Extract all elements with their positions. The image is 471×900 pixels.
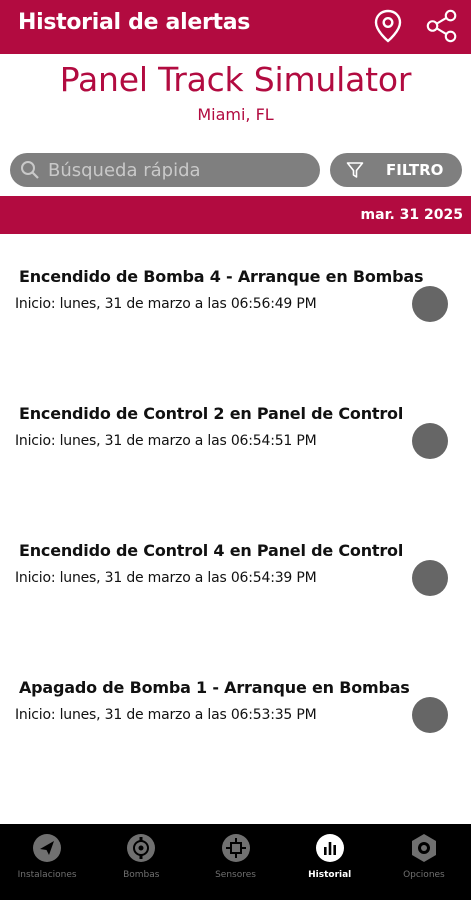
search-row: FILTRO <box>0 150 471 190</box>
status-indicator <box>412 560 448 596</box>
nav-item-bombas[interactable]: Bombas <box>94 824 188 900</box>
search-icon <box>21 161 39 179</box>
alert-title: Encendido de Bomba 4 - Arranque en Bomba… <box>19 267 424 286</box>
nav-item-sensores[interactable]: Sensores <box>188 824 282 900</box>
location-pin-icon[interactable] <box>370 8 406 44</box>
search-field[interactable] <box>10 153 320 187</box>
date-label: mar. 31 2025 <box>360 207 463 223</box>
alert-start-time: Inicio: lunes, 31 de marzo a las 06:53:3… <box>15 707 317 723</box>
nav-label: Sensores <box>215 870 256 880</box>
nav-label: Bombas <box>123 870 160 880</box>
search-input[interactable] <box>48 159 298 181</box>
screen-title: Historial de alertas <box>18 10 251 35</box>
app-header: Panel Track Simulator Miami, FL <box>0 54 471 142</box>
filter-label: FILTRO <box>386 161 444 179</box>
alert-title: Encendido de Control 4 en Panel de Contr… <box>19 541 404 560</box>
nav-item-opciones[interactable]: Opciones <box>377 824 471 900</box>
alert-item[interactable]: Encendido de Bomba 4 - Arranque en Bomba… <box>0 234 471 371</box>
bottom-nav: Instalaciones Bombas Sensores Historial … <box>0 824 471 900</box>
alert-item[interactable]: Encendido de Control 4 en Panel de Contr… <box>0 508 471 645</box>
app-bar: Historial de alertas <box>0 0 471 54</box>
nav-item-instalaciones[interactable]: Instalaciones <box>0 824 94 900</box>
filter-icon <box>346 161 364 179</box>
status-indicator <box>412 697 448 733</box>
status-indicator <box>412 286 448 322</box>
filter-button[interactable]: FILTRO <box>330 153 462 187</box>
date-header: mar. 31 2025 <box>0 196 471 234</box>
pump-icon <box>126 833 156 863</box>
app-title: Panel Track Simulator <box>59 60 412 99</box>
nav-label: Opciones <box>403 870 445 880</box>
history-chart-icon <box>315 833 345 863</box>
nav-item-historial[interactable]: Historial <box>283 824 377 900</box>
alert-start-time: Inicio: lunes, 31 de marzo a las 06:54:3… <box>15 570 317 586</box>
location-label: Miami, FL <box>197 105 274 124</box>
alert-start-time: Inicio: lunes, 31 de marzo a las 06:54:5… <box>15 433 317 449</box>
alert-start-time: Inicio: lunes, 31 de marzo a las 06:56:4… <box>15 296 317 312</box>
alert-item[interactable]: Apagado de Bomba 1 - Arranque en Bombas … <box>0 645 471 782</box>
settings-icon <box>409 833 439 863</box>
alert-item[interactable]: Encendido de Control 2 en Panel de Contr… <box>0 371 471 508</box>
alert-title: Encendido de Control 2 en Panel de Contr… <box>19 404 404 423</box>
share-icon[interactable] <box>424 8 460 44</box>
sensor-icon <box>221 833 251 863</box>
nav-label: Instalaciones <box>17 870 77 880</box>
send-icon <box>32 833 62 863</box>
nav-label: Historial <box>308 870 352 880</box>
status-indicator <box>412 423 448 459</box>
alert-title: Apagado de Bomba 1 - Arranque en Bombas <box>19 678 410 697</box>
